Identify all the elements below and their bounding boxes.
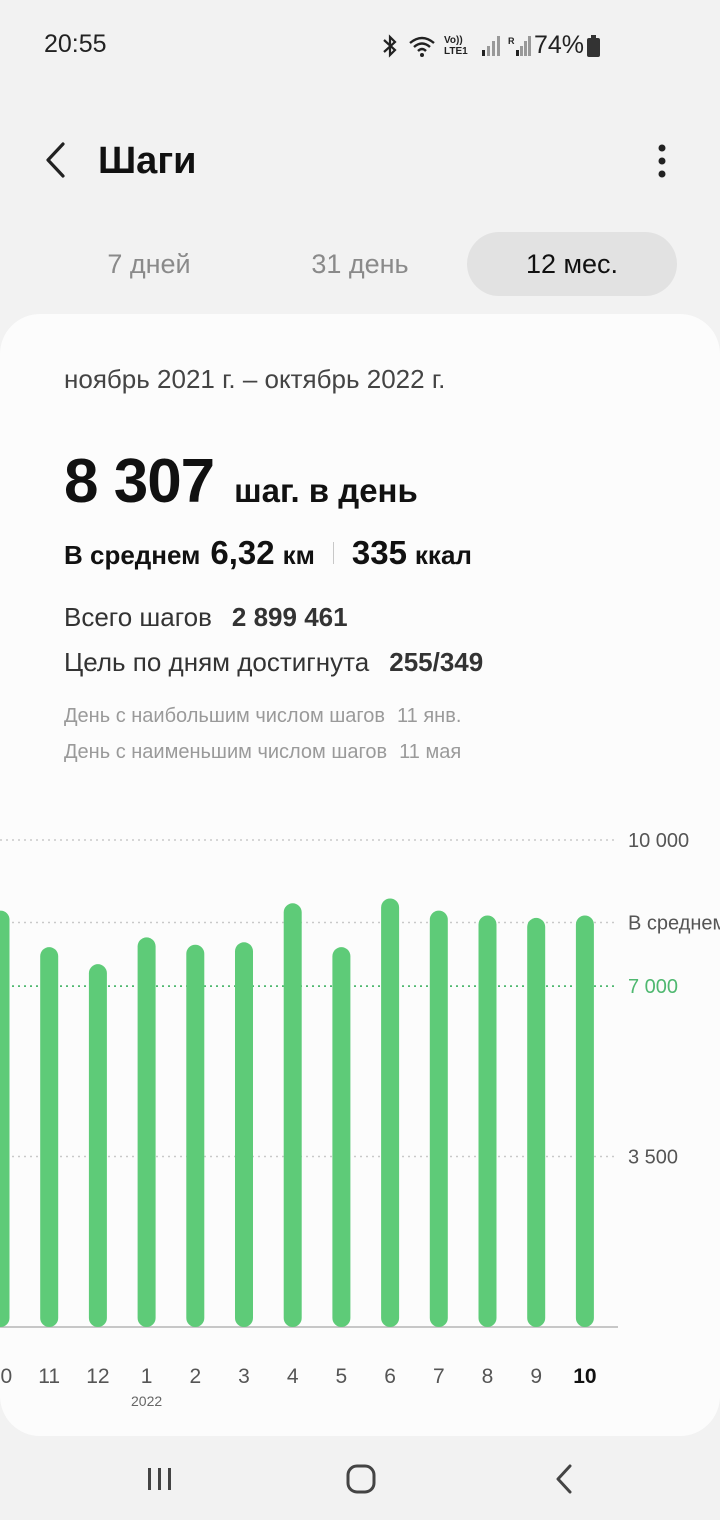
max-day-value: 11 янв. xyxy=(397,705,462,727)
goal-label: 7 000 xyxy=(628,976,678,998)
average-label: В среднем xyxy=(64,540,201,570)
bar xyxy=(186,944,205,1327)
navigation-bar xyxy=(0,1436,720,1520)
max-day-row: День с наибольшим числом шагов 11 янв. xyxy=(64,705,461,728)
goal-achieved-label: Цель по дням достигнута xyxy=(64,647,370,677)
bar xyxy=(235,942,253,1327)
bar xyxy=(88,964,107,1327)
page-title: Шаги xyxy=(98,140,197,182)
x-tick-label: 10 xyxy=(573,1365,596,1388)
max-day-label: День с наибольшим числом шагов xyxy=(64,705,386,727)
battery-percent: 74% xyxy=(534,31,585,59)
home-icon xyxy=(346,1464,376,1494)
total-steps-label: Всего шагов xyxy=(64,602,212,632)
goal-achieved-row: Цель по дням достигнута 255/349 xyxy=(64,647,483,678)
tab-31-days[interactable]: 31 день xyxy=(255,232,465,296)
y-tick-label: 10 000 xyxy=(628,830,689,852)
distance-unit: км xyxy=(282,540,315,570)
x-tick-label: 12 xyxy=(86,1365,109,1388)
steps-summary-card: ноябрь 2021 г. – октябрь 2022 г. 8 307 ш… xyxy=(0,314,720,1436)
tab-7-days[interactable]: 7 дней xyxy=(44,232,254,296)
x-tick-label: 10 xyxy=(0,1365,12,1388)
goal-achieved-value: 255/349 xyxy=(389,647,484,677)
signal-icon xyxy=(482,36,500,56)
home-button[interactable] xyxy=(331,1452,391,1506)
calories-unit: ккал xyxy=(414,540,472,570)
x-tick-label: 11 xyxy=(38,1365,60,1388)
bluetooth-icon xyxy=(383,34,397,58)
bar xyxy=(40,947,59,1327)
total-steps-value: 2 899 461 xyxy=(231,602,348,632)
more-vertical-icon xyxy=(658,144,666,178)
bar xyxy=(381,898,400,1327)
tab-12-months[interactable]: 12 мес. xyxy=(467,232,677,296)
wifi-icon xyxy=(409,36,435,57)
average-calories-value: 335 xyxy=(351,534,407,571)
back-nav-icon xyxy=(556,1464,572,1494)
back-button[interactable] xyxy=(30,130,80,190)
status-time: 20:55 xyxy=(44,30,107,58)
x-tick-label: 4 xyxy=(287,1365,299,1388)
bar xyxy=(137,937,156,1327)
bar xyxy=(0,910,10,1327)
bar xyxy=(527,917,546,1327)
x-year-label: 2022 xyxy=(131,1393,162,1409)
recent-apps-button[interactable] xyxy=(130,1452,190,1506)
x-tick-label: 9 xyxy=(530,1365,542,1388)
bar xyxy=(283,903,302,1327)
average-label: В среднем xyxy=(628,912,720,934)
period-tabs: 7 дней 31 день 12 мес. xyxy=(0,232,720,298)
average-distance-value: 6,32 xyxy=(210,534,275,571)
x-tick-label: 3 xyxy=(238,1365,250,1388)
recent-apps-icon xyxy=(148,1468,171,1490)
bar xyxy=(332,947,351,1327)
x-tick-label: 2 xyxy=(189,1365,201,1388)
steps-per-day-unit: шаг. в день xyxy=(234,472,418,509)
battery-icon xyxy=(587,35,600,57)
chevron-left-icon xyxy=(46,142,65,178)
steps-per-day-value: 8 307 xyxy=(64,447,215,516)
x-tick-label: 7 xyxy=(433,1365,445,1388)
min-day-label: День с наименьшим числом шагов xyxy=(64,741,388,763)
y-tick-label: 3 500 xyxy=(628,1147,678,1169)
steps-per-day-row: 8 307 шаг. в день xyxy=(64,446,418,517)
x-tick-label: 1 xyxy=(141,1365,153,1388)
min-day-row: День с наименьшим числом шагов 11 мая xyxy=(64,741,461,764)
min-day-value: 11 мая xyxy=(399,741,462,763)
average-row: В среднем 6,32 км 335 ккал xyxy=(64,534,472,572)
total-steps-row: Всего шагов 2 899 461 xyxy=(64,602,348,633)
signal-roaming-icon: R xyxy=(508,36,531,56)
x-tick-label: 6 xyxy=(384,1365,396,1388)
status-bar: 20:55 Vo)) LTE1 R 74% xyxy=(0,0,720,90)
network-type-label: Vo)) LTE1 xyxy=(444,35,468,57)
bar xyxy=(478,915,497,1327)
x-tick-label: 8 xyxy=(482,1365,494,1388)
app-bar: Шаги xyxy=(0,110,720,210)
back-nav-button[interactable] xyxy=(534,1452,594,1506)
divider xyxy=(332,542,334,564)
more-options-button[interactable] xyxy=(640,136,684,186)
svg-text:R: R xyxy=(508,36,515,46)
x-tick-label: 5 xyxy=(336,1365,348,1388)
status-icons: Vo)) LTE1 R xyxy=(380,33,532,59)
steps-chart: 10 0003 500В среднем7 000101112123456789… xyxy=(0,830,720,1409)
bar xyxy=(429,910,448,1327)
date-range: ноябрь 2021 г. – октябрь 2022 г. xyxy=(64,364,446,394)
bar xyxy=(575,915,594,1327)
